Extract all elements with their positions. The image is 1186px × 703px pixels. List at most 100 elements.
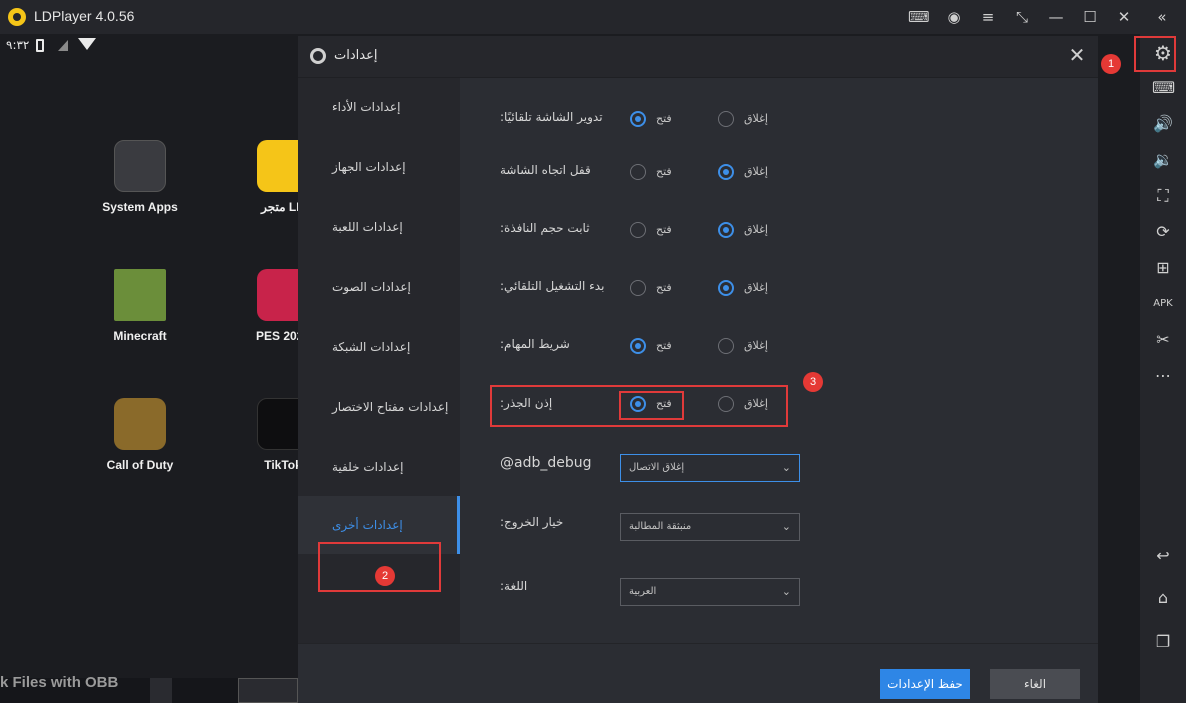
radio-off-label: إغلاق [744, 165, 768, 178]
fullscreen-icon[interactable]: ⛶ [1152, 185, 1174, 207]
adb-debug-label: @adb_debug [500, 455, 592, 471]
recent-apps-icon[interactable]: ❐ [1152, 631, 1174, 653]
ldplayer-logo-icon [8, 8, 26, 26]
right-toolbar: ⚙ ⌨ 🔊 🔉 ⛶ ⟳ ⊞ APK ✂ ⋯ ↩ ⌂ ❐ [1140, 34, 1186, 703]
save-settings-button[interactable]: حفظ الإعدادات [880, 669, 970, 699]
sidebar-item-game[interactable]: إعدادات اللعبة [298, 198, 460, 256]
gamepad-icon[interactable]: ⌨ [908, 7, 930, 27]
radio-on-label: فتح [656, 339, 672, 352]
language-select[interactable]: العربية ⌄ [620, 578, 800, 606]
scissors-icon[interactable]: ✂ [1152, 329, 1174, 351]
dialog-gear-icon [310, 48, 326, 64]
step-badge: 1 [1101, 54, 1121, 74]
exit-option-select[interactable]: منبثقة المطالبة ⌄ [620, 513, 800, 541]
cancel-button[interactable]: الغاء [990, 669, 1080, 699]
orientation-lock-off-radio[interactable] [718, 164, 734, 180]
close-icon[interactable]: ✕ [1114, 7, 1134, 27]
account-icon[interactable]: ◉ [944, 7, 964, 27]
highlight-box-root-on [619, 391, 684, 420]
add-window-icon[interactable]: ⊞ [1152, 257, 1174, 279]
menu-icon[interactable]: ≡ [978, 7, 998, 27]
fixed-window-on-radio[interactable] [630, 222, 646, 238]
settings-sidebar: إعدادات الأداء إعدادات الجهاز إعدادات ال… [298, 78, 460, 643]
more-icon[interactable]: ⋯ [1152, 365, 1174, 387]
settings-dialog: إعدادات ✕ إعدادات الأداء إعدادات الجهاز … [298, 36, 1098, 703]
fixed-window-off-radio[interactable] [718, 222, 734, 238]
taskbar-off-radio[interactable] [718, 338, 734, 354]
autostart-off-radio[interactable] [718, 280, 734, 296]
title-bar: LDPlayer 4.0.56 ⌨ ◉ ≡ ⤡ — ☐ ✕ « [0, 0, 1186, 34]
dialog-footer: حفظ الإعدادات الغاء [298, 643, 1098, 703]
highlight-box-settings [1134, 36, 1176, 72]
wifi-icon [78, 38, 96, 50]
maximize-icon[interactable]: ☐ [1080, 7, 1100, 27]
chevron-down-icon: ⌄ [781, 461, 791, 474]
volume-down-icon[interactable]: 🔉 [1152, 149, 1174, 171]
taskbar-on-radio[interactable] [630, 338, 646, 354]
taskbar-strip: k Files with OBB [0, 674, 298, 703]
exit-option-label: :خيار الخروج [500, 515, 564, 529]
emulator-window: LDPlayer 4.0.56 ⌨ ◉ ≡ ⤡ — ☐ ✕ « ٩:٣٢ Sys… [0, 0, 1186, 703]
app-label: System Apps [102, 200, 178, 214]
step-badge: 2 [375, 566, 395, 586]
app-system-apps[interactable]: System Apps [85, 140, 195, 214]
select-value: منبثقة المطالبة [629, 521, 692, 532]
sidebar-item-network[interactable]: إعدادات الشبكة [298, 318, 460, 376]
apk-icon[interactable]: APK [1152, 293, 1174, 315]
sidebar-item-performance[interactable]: إعدادات الأداء [298, 78, 460, 136]
settings-content: :تدوير الشاشة تلقائيًا فتح إغلاق قفل اتج… [460, 78, 1098, 643]
orientation-lock-label: قفل اتجاه الشاشة [500, 163, 591, 177]
app-label: Call of Duty [106, 458, 174, 472]
dialog-close-icon[interactable]: ✕ [1066, 44, 1088, 66]
radio-off-label: إغلاق [744, 339, 768, 352]
radio-off-label: إغلاق [744, 112, 768, 125]
obb-text: k Files with OBB [0, 674, 119, 691]
minecraft-icon [114, 269, 166, 321]
sidebar-item-shortcut[interactable]: إعدادات مفتاح الاختصار [298, 378, 460, 436]
taskbar-label: :شريط المهام [500, 337, 570, 351]
collapse-sidebar-icon[interactable]: « [1152, 7, 1172, 27]
resize-icon[interactable]: ⤡ [1012, 7, 1032, 27]
adb-debug-select[interactable]: إغلاق الاتصال ⌄ [620, 454, 800, 482]
auto-rotate-off-radio[interactable] [718, 111, 734, 127]
autostart-label: :بدء التشغيل التلقائي [500, 279, 605, 293]
radio-on-label: فتح [656, 281, 672, 294]
app-title: LDPlayer 4.0.56 [34, 8, 135, 24]
system-apps-icon [114, 140, 166, 192]
status-time: ٩:٣٢ [6, 38, 30, 52]
chevron-down-icon: ⌄ [781, 520, 791, 533]
step-badge: 3 [803, 372, 823, 392]
app-minecraft[interactable]: Minecraft [85, 269, 195, 343]
radio-off-label: إغلاق [744, 223, 768, 236]
battery-icon [36, 39, 44, 52]
call-of-duty-icon [114, 398, 166, 450]
select-value: العربية [629, 586, 657, 597]
radio-on-label: فتح [656, 223, 672, 236]
keyboard-icon[interactable]: ⌨ [1152, 77, 1175, 99]
taskbar-cell [238, 678, 298, 703]
select-value: إغلاق الاتصال [629, 462, 685, 473]
chevron-down-icon: ⌄ [781, 585, 791, 598]
auto-rotate-on-radio[interactable] [630, 111, 646, 127]
sidebar-item-sound[interactable]: إعدادات الصوت [298, 258, 460, 316]
volume-up-icon[interactable]: 🔊 [1152, 113, 1174, 135]
minimize-icon[interactable]: — [1046, 7, 1066, 27]
home-icon[interactable]: ⌂ [1152, 587, 1174, 609]
autostart-on-radio[interactable] [630, 280, 646, 296]
radio-on-label: فتح [656, 112, 672, 125]
dialog-title: إعدادات [334, 48, 378, 63]
no-sim-icon [58, 40, 68, 51]
orientation-lock-on-radio[interactable] [630, 164, 646, 180]
dialog-header: إعدادات ✕ [298, 36, 1098, 78]
back-icon[interactable]: ↩ [1152, 545, 1174, 567]
radio-off-label: إغلاق [744, 281, 768, 294]
android-status-bar: ٩:٣٢ [0, 34, 298, 58]
fixed-window-label: :ثابت حجم النافذة [500, 221, 590, 235]
app-call-of-duty[interactable]: Call of Duty [85, 398, 195, 472]
auto-rotate-label: :تدوير الشاشة تلقائيًا [500, 110, 603, 124]
language-label: :اللغة [500, 579, 528, 593]
sidebar-item-background[interactable]: إعدادات خلفية [298, 438, 460, 496]
app-label: Minecraft [113, 329, 167, 343]
sync-icon[interactable]: ⟳ [1152, 221, 1174, 243]
sidebar-item-device[interactable]: إعدادات الجهاز [298, 138, 460, 196]
